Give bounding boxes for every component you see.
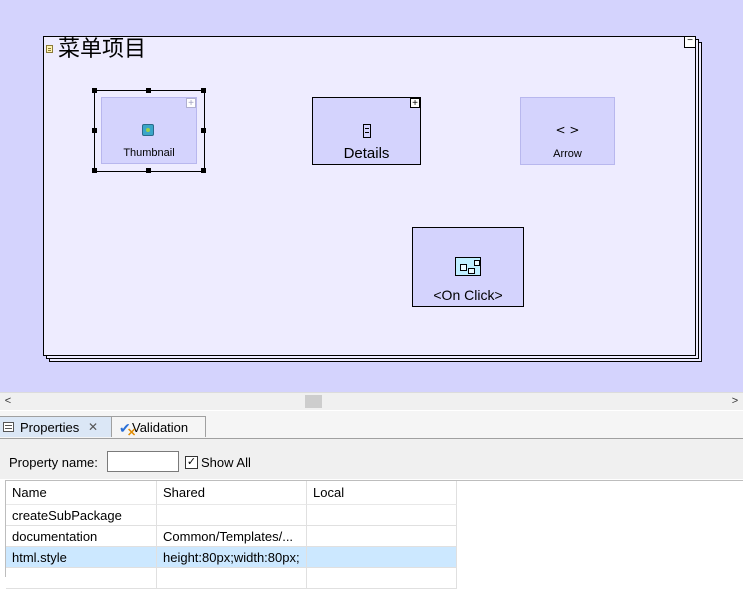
selection-outline — [94, 90, 205, 172]
table-row[interactable] — [6, 568, 457, 589]
resize-handle[interactable] — [201, 168, 206, 173]
tab-label: Properties — [20, 420, 80, 435]
resize-handle[interactable] — [92, 128, 97, 133]
resize-handle[interactable] — [92, 168, 97, 173]
cell-local[interactable] — [307, 505, 457, 526]
node-label: Arrow — [553, 148, 582, 160]
activity-diagram-icon — [455, 257, 481, 276]
node-label: Details — [343, 145, 390, 162]
resize-handle[interactable] — [146, 168, 151, 173]
cell-name: html.style — [6, 547, 157, 568]
scroll-left-button[interactable]: < — [0, 393, 16, 410]
collapse-button[interactable]: − — [684, 36, 696, 48]
details-node[interactable]: + Details — [312, 97, 421, 165]
property-name-input[interactable] — [107, 451, 179, 472]
horizontal-scrollbar[interactable]: < > — [0, 392, 743, 410]
code-brackets-icon: < > — [555, 123, 580, 137]
properties-icon — [3, 422, 14, 432]
table-header: Name Shared Local — [6, 481, 457, 505]
frame-title: 菜单项目 — [58, 37, 147, 62]
resize-handle[interactable] — [92, 88, 97, 93]
on-click-node[interactable]: <On Click> — [412, 227, 524, 307]
table-row[interactable]: createSubPackage — [6, 505, 457, 526]
cell-name: documentation — [6, 526, 157, 547]
property-filter-bar: Property name: ✓ Show All — [0, 439, 743, 479]
tab-label: Validation — [132, 420, 189, 435]
scroll-right-button[interactable]: > — [727, 393, 743, 410]
cell-name: createSubPackage — [6, 505, 157, 526]
scrollbar-thumb[interactable] — [305, 395, 322, 408]
cell-local[interactable] — [307, 547, 457, 568]
close-icon[interactable]: ✕ — [88, 417, 98, 438]
menu-item-frame[interactable]: 菜单项目 − — [43, 36, 696, 356]
cell-shared[interactable]: height:80px;width:80px; — [157, 547, 307, 568]
resize-handle[interactable] — [201, 88, 206, 93]
cell-name — [6, 568, 157, 589]
table-row[interactable]: documentation Common/Templates/... — [6, 526, 457, 547]
package-icon — [46, 45, 53, 53]
cell-shared[interactable]: Common/Templates/... — [157, 526, 307, 547]
show-all-label: Show All — [201, 455, 251, 470]
node-label: <On Click> — [433, 287, 503, 303]
cell-shared[interactable] — [157, 568, 307, 589]
column-header-local[interactable]: Local — [307, 481, 457, 505]
cell-local[interactable] — [307, 568, 457, 589]
tab-validation[interactable]: ✔ ✕ Validation — [112, 416, 206, 439]
property-name-label: Property name: — [9, 455, 98, 470]
cell-shared[interactable] — [157, 505, 307, 526]
resize-handle[interactable] — [146, 88, 151, 93]
arrow-node[interactable]: < > Arrow — [520, 97, 615, 165]
resize-handle[interactable] — [201, 128, 206, 133]
expand-button[interactable]: + — [410, 98, 420, 109]
view-tab-bar: Properties ✕ ✔ ✕ Validation — [0, 411, 743, 439]
cell-local[interactable] — [307, 526, 457, 547]
table-row-selected[interactable]: html.style height:80px;width:80px; — [6, 547, 457, 568]
show-all-checkbox[interactable]: ✓ — [185, 456, 198, 469]
list-icon — [363, 124, 371, 138]
tab-properties[interactable]: Properties ✕ — [0, 416, 112, 437]
column-header-shared[interactable]: Shared — [157, 481, 307, 505]
column-header-name[interactable]: Name — [6, 481, 157, 505]
diagram-canvas[interactable]: 菜单项目 − + Thumbnail + Details < > Arrow <… — [0, 0, 743, 392]
properties-table: Name Shared Local createSubPackage docum… — [5, 480, 743, 589]
